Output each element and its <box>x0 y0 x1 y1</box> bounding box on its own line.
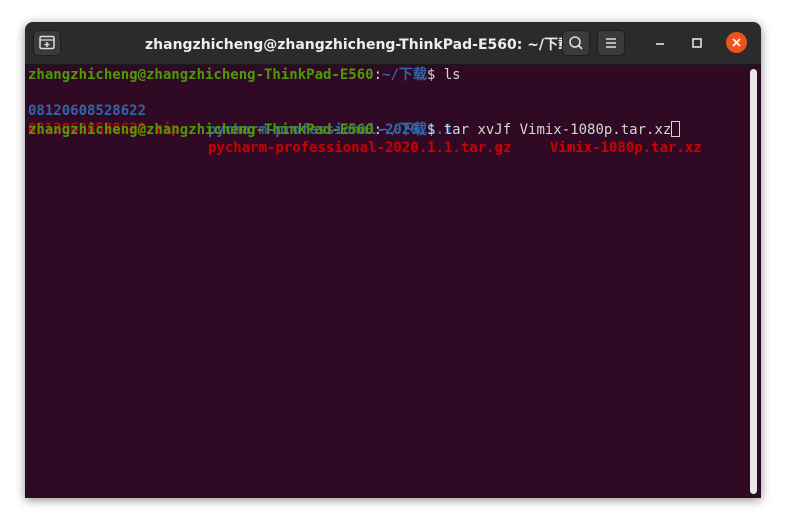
new-tab-icon <box>39 35 55 50</box>
hamburger-menu-icon <box>606 38 616 48</box>
text-cursor <box>671 121 681 137</box>
prompt-path: ~/下载 <box>382 67 427 83</box>
prompt-separator: : <box>373 122 383 138</box>
new-tab-button[interactable] <box>33 30 61 56</box>
command-text: tar xvJf Vimix-1080p.tar.xz <box>443 122 672 138</box>
prompt-symbol: $ <box>426 67 444 83</box>
command-text: ls <box>443 67 461 83</box>
prompt-line: zhangzhicheng@zhangzhicheng-ThinkPad-E56… <box>28 66 461 84</box>
close-button[interactable] <box>726 32 747 53</box>
scrollbar[interactable] <box>750 69 757 494</box>
maximize-button[interactable] <box>686 32 708 54</box>
prompt-line: zhangzhicheng@zhangzhicheng-ThinkPad-E56… <box>28 121 681 139</box>
prompt-separator: : <box>373 67 383 83</box>
menu-button[interactable] <box>597 30 625 56</box>
prompt-path: ~/下载 <box>382 122 427 138</box>
minimize-icon <box>656 43 664 45</box>
close-icon <box>732 38 741 47</box>
minimize-button[interactable] <box>649 32 671 54</box>
search-button[interactable] <box>562 30 590 56</box>
prompt-symbol: $ <box>426 122 444 138</box>
search-icon <box>569 36 583 50</box>
prompt-user-host: zhangzhicheng@zhangzhicheng-ThinkPad-E56… <box>28 67 374 83</box>
prompt-user-host: zhangzhicheng@zhangzhicheng-ThinkPad-E56… <box>28 122 374 138</box>
maximize-icon <box>692 38 702 48</box>
title-bar[interactable]: zhangzhicheng@zhangzhicheng-ThinkPad-E56… <box>25 22 761 65</box>
terminal-window: zhangzhicheng@zhangzhicheng-ThinkPad-E56… <box>25 22 761 498</box>
archive-entry: pycharm-professional-2020.1.1.tar.gz <box>208 139 512 156</box>
window-title: zhangzhicheng@zhangzhicheng-ThinkPad-E56… <box>145 37 573 53</box>
terminal-output[interactable]: zhangzhicheng@zhangzhicheng-ThinkPad-E56… <box>25 65 761 498</box>
